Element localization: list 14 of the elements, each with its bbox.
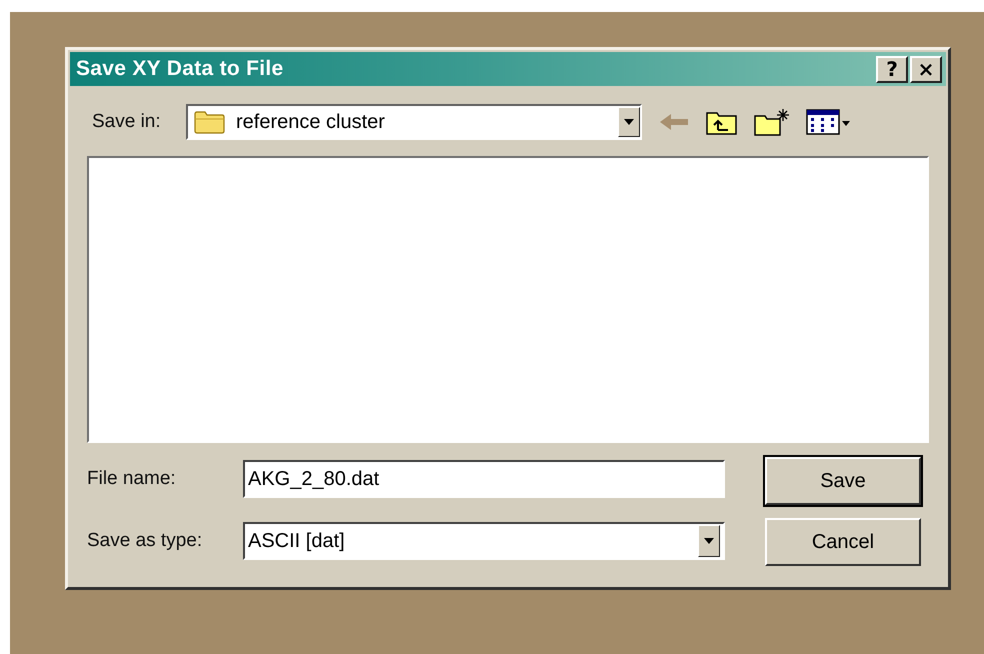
- save-as-type-label: Save as type:: [87, 530, 204, 552]
- close-button[interactable]: ×: [910, 56, 942, 82]
- new-folder-icon[interactable]: [754, 108, 790, 136]
- file-name-label: File name:: [87, 468, 177, 490]
- help-button[interactable]: ?: [876, 56, 908, 82]
- window-title: Save XY Data to File: [76, 57, 284, 81]
- folder-icon: [194, 110, 226, 134]
- save-button[interactable]: Save: [765, 457, 921, 505]
- view-menu-icon[interactable]: [806, 109, 850, 135]
- save-in-dropdown[interactable]: reference cluster: [186, 104, 642, 140]
- cancel-button[interactable]: Cancel: [765, 518, 921, 566]
- file-name-field[interactable]: AKG_2_80.dat: [243, 460, 725, 498]
- save-as-type-dropdown[interactable]: ASCII [dat]: [243, 522, 725, 560]
- save-in-label: Save in:: [92, 111, 162, 133]
